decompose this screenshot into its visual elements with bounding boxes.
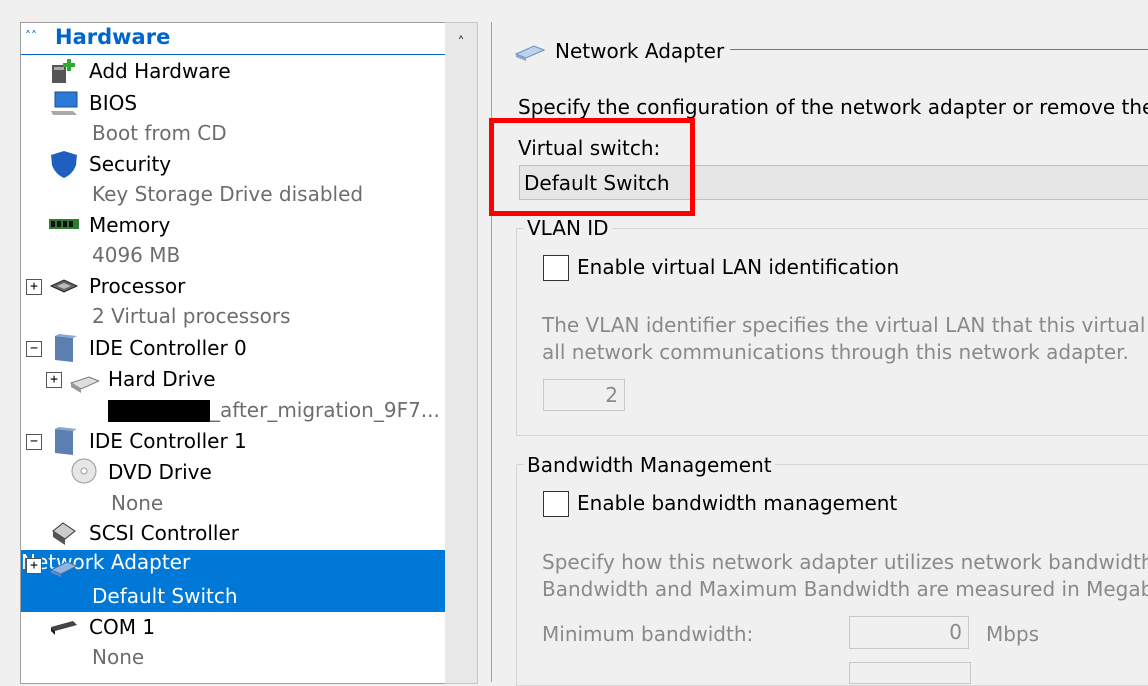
memory-icon [49,219,79,229]
bandwidth-help-text: Bandwidth and Maximum Bandwidth are meas… [542,577,1148,601]
tree-item-network-adapter[interactable]: + Network Adapter Default Switch [21,550,446,612]
panel-description: Specify the configuration of the network… [518,95,1148,119]
tree-item-dvd-drive[interactable]: DVD Drive [21,457,446,488]
min-bandwidth-input[interactable]: 0 [849,616,969,649]
tree-item-label: BIOS [89,91,138,115]
tree-item-add-hardware[interactable]: Add Hardware [21,56,446,87]
tree-item-label: DVD Drive [108,460,212,484]
hardware-tree: ˄˄ Hardware Add Hardware BIOS Boot from … [20,22,447,684]
collapse-icon[interactable]: − [26,341,42,357]
com-port-icon [51,621,77,635]
vlan-checkbox[interactable] [543,255,569,281]
scroll-up-icon[interactable]: ˄ [445,23,477,63]
tree-item-subtext: Key Storage Drive disabled [92,182,364,206]
collapse-icon[interactable]: − [26,434,42,450]
tree-item-label: Security [89,152,172,176]
tree-item-label: Memory [89,213,171,237]
hard-drive-icon [69,376,99,393]
tree-item-bios[interactable]: BIOS [21,88,446,119]
bandwidth-checkbox[interactable] [543,491,569,517]
tree-item-label: SCSI Controller [89,521,239,545]
vlan-group-title: VLAN ID [524,216,612,240]
bandwidth-checkbox-label[interactable]: Enable bandwidth management [577,491,897,515]
tree-item-com1[interactable]: COM 1 [21,612,446,643]
network-adapter-icon [514,45,546,61]
min-bandwidth-unit: Mbps [986,622,1040,646]
processor-icon [49,279,79,293]
tree-item-scsi-controller[interactable]: SCSI Controller [21,518,446,549]
ide-controller-icon [55,334,77,362]
expand-icon[interactable]: + [46,372,62,388]
hardware-section-header[interactable]: ˄˄ Hardware [21,23,446,55]
tree-item-subtext: Default Switch [92,584,238,608]
tree-item-label: IDE Controller 1 [89,429,247,453]
dvd-drive-icon [71,458,97,484]
redacted-block [108,400,210,422]
tree-item-label: Hard Drive [108,367,216,391]
vlan-checkbox-label[interactable]: Enable virtual LAN identification [577,255,899,279]
tree-item-subtext: Boot from CD [92,121,227,145]
max-bandwidth-input[interactable] [849,662,971,684]
highlight-box [489,118,695,216]
tree-item-ide-controller-1[interactable]: − IDE Controller 1 [21,426,446,457]
tree-item-subtext: 4096 MB [92,243,181,267]
ide-controller-icon [55,427,77,455]
tree-item-label: Network Adapter [21,550,191,574]
bios-icon [51,91,78,115]
tree-item-subtext: None [92,645,145,669]
bandwidth-help-text: Specify how this network adapter utilize… [542,550,1148,574]
tree-item-hard-drive[interactable]: + Hard Drive [21,364,446,395]
tree-item-subtext: 2 Virtual processors [92,304,291,328]
title-divider [730,49,1148,50]
bandwidth-group-title: Bandwidth Management [524,453,775,477]
collapse-chevron-icon[interactable]: ˄˄ [25,29,37,43]
tree-item-subtext: _after_migration_9F7... [210,398,440,422]
shield-icon [51,151,77,178]
vlan-id-input[interactable]: 2 [543,379,625,411]
hardware-header-label: Hardware [55,25,171,49]
tree-item-label: Add Hardware [89,59,231,83]
scsi-controller-icon [52,522,76,545]
expand-icon[interactable]: + [26,279,42,295]
tree-item-label: COM 1 [89,615,156,639]
tree-item-memory[interactable]: Memory [21,210,446,241]
tree-item-processor[interactable]: + Processor [21,271,446,302]
tree-item-security[interactable]: Security [21,149,446,180]
vlan-help-text: The VLAN identifier specifies the virtua… [542,313,1148,337]
network-adapter-icon [49,561,79,577]
add-hardware-icon [52,59,75,83]
tree-item-label: IDE Controller 0 [89,336,247,360]
min-bandwidth-label: Minimum bandwidth: [542,622,754,646]
tree-item-subtext: None [111,491,164,515]
expand-icon[interactable]: + [26,558,42,574]
vlan-help-text: all network communications through this … [542,340,1129,364]
section-title: Network Adapter [555,39,725,63]
tree-item-ide-controller-0[interactable]: − IDE Controller 0 [21,333,446,364]
tree-scrollbar[interactable]: ˄ [445,22,478,684]
tree-item-label: Processor [89,274,186,298]
